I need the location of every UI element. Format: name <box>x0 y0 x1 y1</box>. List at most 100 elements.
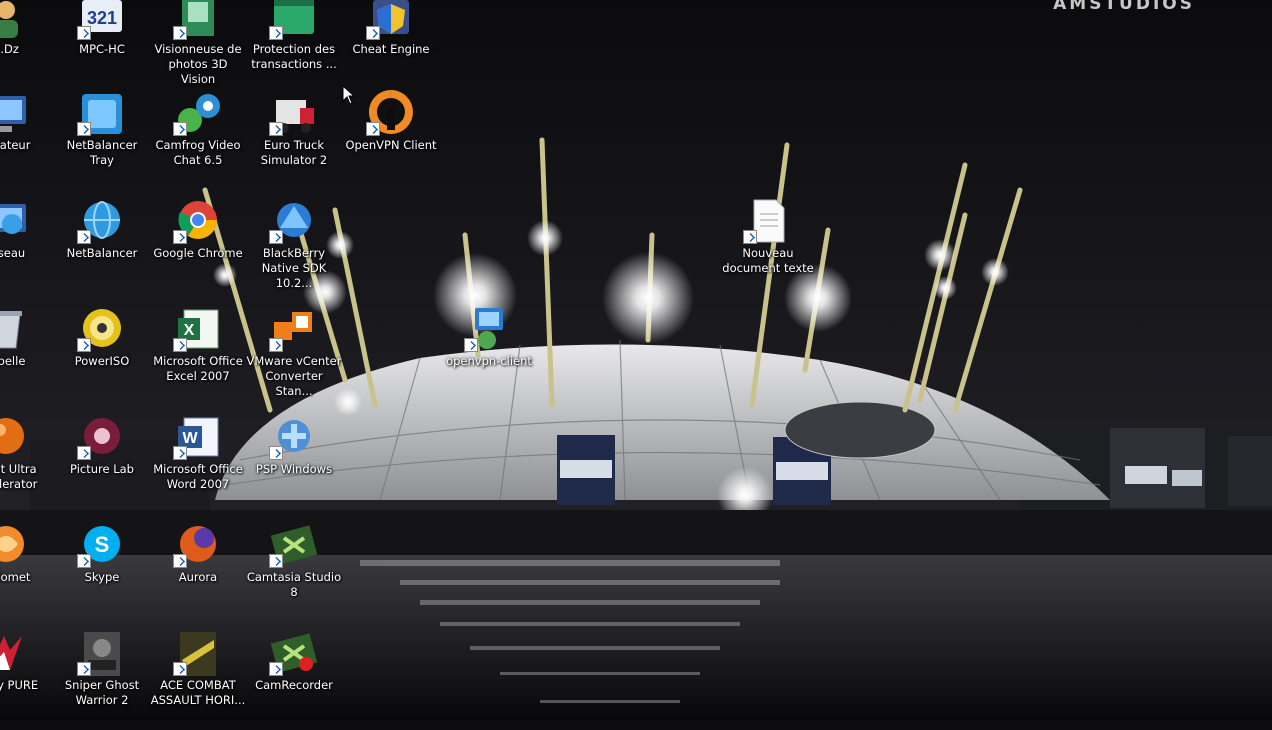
monitor-icon <box>0 90 31 136</box>
ace-icon <box>173 630 223 676</box>
desktop-icon-label: NetBalancer <box>66 246 138 260</box>
desktop-icon-label: ...belle <box>0 354 26 368</box>
desktop-icon-skype[interactable]: S Skype <box>56 522 148 622</box>
shortcut-arrow-icon <box>269 230 283 244</box>
sniper-icon <box>77 630 127 676</box>
shortcut-arrow-icon <box>173 446 187 460</box>
desktop-icon-comet[interactable]: ...Comet <box>0 522 52 622</box>
shortcut-arrow-icon <box>173 662 187 676</box>
partial-people-icon <box>0 0 31 40</box>
desktop-icon-cheat[interactable]: Cheat Engine <box>345 0 437 94</box>
desktop-icon-label: Microsoft Office Excel 2007 <box>153 354 243 383</box>
textdoc-icon <box>743 198 793 244</box>
svg-text:W: W <box>182 430 198 447</box>
desktop-icon-chrome[interactable]: Google Chrome <box>152 198 244 298</box>
desktop-icon-label: BlackBerry Native SDK 10.2... <box>261 246 327 290</box>
shortcut-arrow-icon <box>366 26 380 40</box>
svg-text:S: S <box>95 532 110 557</box>
aurora-icon <box>173 522 223 568</box>
desktop-icon-label: VMware vCenter Converter Stan... <box>246 354 342 398</box>
shortcut-arrow-icon <box>269 122 283 136</box>
desktop-icon-label: MPC-HC <box>79 42 125 56</box>
desktop-icon-label: ...nateur <box>0 138 31 152</box>
netbalancer-tray-icon <box>77 90 127 136</box>
desktop-icon-label: ACE COMBAT ASSAULT HORI... <box>150 678 246 707</box>
desktop-icon-disc[interactable]: PowerISO <box>56 306 148 406</box>
skype-icon: S <box>77 522 127 568</box>
vmware-icon <box>269 306 319 352</box>
shortcut-arrow-icon <box>77 122 91 136</box>
shortcut-arrow-icon <box>269 554 283 568</box>
desktop-icon-mpc[interactable]: 321 MPC-HC <box>56 0 148 94</box>
desktop-icon-bin[interactable]: ...belle <box>0 306 52 406</box>
desktop-icon-label: PSP Windows <box>255 462 333 476</box>
desktop-icon-truck[interactable]: Euro Truck Simulator 2 <box>248 90 340 190</box>
shortcut-arrow-icon <box>173 26 187 40</box>
desktop-icon-aurora[interactable]: Aurora <box>152 522 244 622</box>
shortcut-arrow-icon <box>464 338 478 352</box>
shortcut-arrow-icon <box>77 338 91 352</box>
globe-icon <box>77 198 127 244</box>
desktop-icon-psp[interactable]: PSP Windows <box>248 414 340 514</box>
shortcut-arrow-icon <box>77 662 91 676</box>
desktop-icon-word[interactable]: W Microsoft Office Word 2007 <box>152 414 244 514</box>
desktop-icon-label: Visionneuse de photos 3D Vision <box>154 42 242 86</box>
desktop-icon-green-doc[interactable]: Visionneuse de photos 3D Vision <box>152 0 244 94</box>
desktop-icon-camtasia[interactable]: Camtasia Studio 8 <box>247 522 341 622</box>
shortcut-arrow-icon <box>77 554 91 568</box>
bin-icon <box>0 306 31 352</box>
shortcut-arrow-icon <box>173 122 187 136</box>
chrome-icon <box>173 198 223 244</box>
shortcut-arrow-icon <box>77 26 91 40</box>
svg-text:321: 321 <box>87 8 117 28</box>
cheat-icon <box>366 0 416 40</box>
desktop-icon-globe[interactable]: NetBalancer <box>56 198 148 298</box>
psp-icon <box>269 414 319 460</box>
desktop-icon-camfrog[interactable]: Camfrog Video Chat 6.5 <box>152 90 244 190</box>
desktop-icon-label: Euro Truck Simulator 2 <box>260 138 328 167</box>
disc-icon <box>77 306 127 352</box>
camfrog-icon <box>173 90 223 136</box>
shortcut-arrow-icon <box>173 554 187 568</box>
green-doc-icon <box>173 0 223 40</box>
openvpn-icon <box>366 90 416 136</box>
shortcut-arrow-icon <box>77 230 91 244</box>
desktop-icon-monitor[interactable]: ...nateur <box>0 90 52 190</box>
desktop-icon-flower[interactable]: Picture Lab <box>56 414 148 514</box>
shortcut-arrow-icon <box>743 230 757 244</box>
desktop-icon-label: NetBalancer Tray <box>66 138 138 167</box>
desktop-icon-label: ...Comet <box>0 570 31 584</box>
shortcut-arrow-icon <box>269 26 283 40</box>
desktop-icon-label: Cheat Engine <box>352 42 430 56</box>
desktop-icon-netbalancer-tray[interactable]: NetBalancer Tray <box>56 90 148 190</box>
desktop-icon-excel[interactable]: X Microsoft Office Excel 2007 <box>152 306 244 406</box>
studio-watermark: AMSTUDIOS <box>1053 0 1195 14</box>
desktop-icon-openvpn-client[interactable]: openvpn-client <box>443 306 535 406</box>
desktop-icon-label: Google Chrome <box>153 246 243 260</box>
desktop-icon-partial-people[interactable]: ...Dz <box>0 0 52 94</box>
desktop-icon-green-shield[interactable]: Protection des transactions ... <box>248 0 340 94</box>
desktop-icon-camrecorder[interactable]: CamRecorder <box>248 630 340 730</box>
desktop-icon-ace[interactable]: ACE COMBAT ASSAULT HORI... <box>150 630 246 730</box>
kaspersky-icon <box>0 630 31 676</box>
desktop-icon-textdoc[interactable]: Nouveau document texte <box>722 198 814 298</box>
desktop-icon-network[interactable]: ...seau <box>0 198 52 298</box>
shortcut-arrow-icon <box>269 338 283 352</box>
desktop-icon-blackberry[interactable]: BlackBerry Native SDK 10.2... <box>248 198 340 298</box>
desktop-icon-label: Protection des transactions ... <box>251 42 337 71</box>
desktop-icon-openvpn[interactable]: OpenVPN Client <box>345 90 437 190</box>
desktop-icon-sniper[interactable]: Sniper Ghost Warrior 2 <box>56 630 148 730</box>
desktop-icon-label: OpenVPN Client <box>345 138 437 152</box>
word-icon: W <box>173 414 223 460</box>
desktop-icon-label: Skype <box>84 570 120 584</box>
comet-icon <box>0 522 31 568</box>
shortcut-arrow-icon <box>173 230 187 244</box>
desktop-icon-kaspersky[interactable]: ...sky PURE <box>0 630 52 730</box>
network-icon <box>0 198 31 244</box>
truck-icon <box>269 90 319 136</box>
desktop-icon-vmware[interactable]: VMware vCenter Converter Stan... <box>246 306 342 406</box>
desktop-icon-label: Aurora <box>178 570 218 584</box>
svg-text:X: X <box>184 322 195 339</box>
desktop-icon-label: PowerISO <box>74 354 130 368</box>
desktop-icon-orange-ball[interactable]: ...net Ultra ...celerator <box>0 414 52 514</box>
